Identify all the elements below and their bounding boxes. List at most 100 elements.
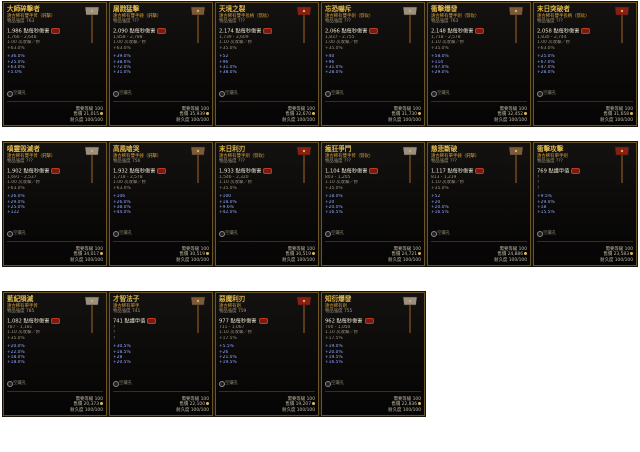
compare-gem-icon [475, 28, 485, 34]
item-stats: 711 - 1,067 1.10 次攻擊／秒 +17.5% +5.5% +26 +21.0… [219, 325, 316, 366]
item-dps: 1,082 點每秒傷害 [7, 318, 61, 325]
price-value: 24,721 [400, 252, 417, 258]
affix-line: +28.0% [325, 70, 343, 76]
durability-label: 耐久度 [494, 257, 508, 263]
item-card[interactable]: 知衍爆發 遠古稀有劍 物品強度 755 962 點每秒傷害 700 - 1,050 1.1… [320, 291, 426, 417]
durability: 耐久度 100/100 [325, 258, 421, 263]
durability: 耐久度 100/100 [113, 258, 209, 263]
compare-gem-icon [475, 168, 485, 174]
affix-line: +19.5% [219, 360, 237, 366]
price-label: 售價 [73, 402, 83, 408]
price-value: 35,939 [188, 112, 205, 118]
gold-coin-icon [100, 252, 103, 256]
item-footer: 需要等級 100 售價 35,939 耐久度 100/100 [113, 107, 209, 123]
dps-value: 1,902 點每秒傷害 [7, 168, 50, 175]
price-value: 22,836 [400, 402, 417, 408]
dps-value: 977 點每秒傷害 [219, 318, 257, 325]
durability-label: 耐久度 [282, 407, 296, 413]
item-card[interactable]: 大師碎擊者 遠古稀有雙手斧（鈍擊） 物品強度 763 1,986 點每秒傷害 1,766… [2, 1, 108, 127]
item-footer: 需要等級 100 售價 34,017 耐久度 100/100 [7, 247, 103, 263]
item-card[interactable]: 嗔靈毀滅者 遠古稀有雙手斧（鈍擊） 物品強度 ??? 1,902 點每秒傷害 1,691… [2, 141, 108, 267]
dps-value: 2,090 點每秒傷害 [113, 28, 156, 35]
item-title: 知衍爆發 [325, 295, 352, 303]
divider [7, 241, 103, 242]
item-stats: 1,858 - 2,788 1.00 次攻擊／秒 +63.0% +39.0% +38.0… [113, 35, 210, 76]
price-value: 24,886 [506, 252, 523, 258]
item-power: 物品強度 756 [113, 159, 141, 164]
item-card[interactable]: 才智法子 遠古稀有單手 物品強度 741 741 點護甲值？？？ +30.5% +18.5… [108, 291, 214, 417]
durability-label: 耐久度 [388, 257, 402, 263]
price-value: 23,583 [612, 252, 629, 258]
durability-value: 100/100 [83, 117, 103, 123]
affix-line: +5.0% [7, 70, 22, 76]
divider [537, 101, 633, 102]
compare-gem-icon [147, 318, 157, 324]
compare-gem-icon [157, 168, 167, 174]
item-title: 才智法子 [113, 295, 140, 303]
item-title: 衝擊爆發 [431, 5, 458, 13]
dps-value: 1,117 點每秒傷害 [431, 168, 474, 175]
item-card[interactable]: 慈悲斷破 遠古稀有單手錘（鈍擊） 物品強度 ??? 1,117 點每秒傷害 813 - … [426, 141, 532, 267]
durability: 耐久度 100/100 [113, 118, 209, 123]
divider [431, 241, 527, 242]
durability-value: 100/100 [189, 117, 209, 123]
gold-coin-icon [206, 112, 209, 116]
item-stats: ？？？ +30.5% +18.5% +28 +20.5% [113, 325, 210, 366]
gold-coin-icon [312, 402, 315, 406]
socket-label: 空鑲孔 [225, 381, 239, 386]
durability-label: 耐久度 [388, 117, 402, 123]
price-value: 31,658 [612, 112, 629, 118]
compare-gem-icon [263, 168, 273, 174]
item-title: 嗔靈毀滅者 [7, 145, 40, 153]
item-card[interactable]: 衝擊攻擊 遠古稀有單手劍 物品強度 ??? 769 點護甲值？？？ +9.5% +29.0… [532, 141, 638, 267]
affix-line: +16.5% [325, 360, 343, 366]
affix-line: +20.5% [113, 360, 131, 366]
item-dps: 2,058 點每秒傷害 [537, 28, 591, 35]
durability-value: 100/100 [83, 407, 103, 413]
durability: 耐久度 100/100 [7, 118, 103, 123]
item-footer: 需要等級 100 售價 31,658 耐久度 100/100 [537, 107, 633, 123]
durability-label: 耐久度 [70, 257, 84, 263]
item-power: 物品強度 ??? [7, 159, 33, 164]
item-footer: 需要等級 100 售價 32,670 耐久度 100/100 [219, 107, 315, 123]
item-title: 惡魔利刃 [219, 295, 246, 303]
divider [219, 391, 315, 392]
socket-label: 空鑲孔 [225, 91, 239, 96]
item-card[interactable]: 末日突破者 遠古稀有雙手長柄（劈砍） 物品強度 ??? 2,058 點每秒傷害 1,83… [532, 1, 638, 127]
price-value: 32,452 [506, 112, 523, 118]
item-title: 慈悲斷破 [431, 145, 458, 153]
durability-value: 100/100 [613, 257, 633, 263]
affix-line: +15.5% [537, 210, 555, 216]
compare-gem-icon [51, 28, 61, 34]
durability: 耐久度 100/100 [219, 118, 315, 123]
durability: 耐久度 100/100 [219, 258, 315, 263]
price-value: 31,730 [400, 112, 417, 118]
item-stats: 1,718 - 2,578 1.00 次攻擊／秒 +63.0% +106 +26.0% +… [113, 175, 210, 216]
affix-line: +42.0% [219, 210, 237, 216]
durability: 耐久度 100/100 [325, 408, 421, 413]
item-card[interactable]: 高風嗆哭 遠古稀有雙手錘（鈍擊） 物品強度 756 1,932 點每秒傷害 1,718 … [108, 141, 214, 267]
affix-line: +16.5% [431, 210, 449, 216]
compare-gem-icon [157, 28, 167, 34]
affix-line: +31.0% [113, 70, 131, 76]
price-label: 售價 [73, 112, 83, 118]
dps-value: 1,933 點每秒傷害 [219, 168, 262, 175]
dps-value: 1,104 點每秒傷害 [325, 168, 368, 175]
price-label: 售價 [603, 112, 613, 118]
item-card[interactable]: 末日利刃 遠古稀有雙手劍（劈砍） 物品強度 ??? 1,933 點每秒傷害 1,546 … [214, 141, 320, 267]
item-card[interactable]: 天境之裂 遠古稀有雙手長柄（劈砍） 物品強度 ??? 2,174 點每秒傷害 1,739… [214, 1, 320, 127]
dps-value: 2,066 點每秒傷害 [325, 28, 368, 35]
item-card[interactable]: 瘋狂爭鬥 遠古稀有雙手斧（劈砍） 物品強度 ??? 1,104 點每秒傷害 803 - … [320, 141, 426, 267]
durability-label: 耐久度 [600, 117, 614, 123]
item-card[interactable]: 屠戮猛擊 遠古稀有雙手錘（鈍擊） 物品強度 ??? 2,090 點每秒傷害 1,858 … [108, 1, 214, 127]
item-card[interactable]: 衝擊爆發 遠古稀有雙手劍（劈砍） 物品強度 763 2,148 點每秒傷害 1,718 … [426, 1, 532, 127]
item-power: 物品強度 ??? [537, 19, 563, 24]
item-card[interactable]: 藍紀隕滅 遠古稀有單手斧 物品強度 785 1,082 點每秒傷害 787 - 1,18… [2, 291, 108, 417]
item-card[interactable]: 忘恐嚇斥 遠古稀有雙手劍（劈砍） 物品強度 ??? 2,066 點每秒傷害 1,837 … [320, 1, 426, 127]
item-title: 藍紀隕滅 [7, 295, 34, 303]
item-stats: 1,739 - 2,609 1.10 次攻擊／秒 +35.0% +52 +96 +31.0… [219, 35, 316, 76]
item-card[interactable]: 惡魔利刃 遠古稀有劍 物品強度 759 977 點每秒傷害 711 - 1,067 1.1… [214, 291, 320, 417]
item-dps: 1,104 點每秒傷害 [325, 168, 379, 175]
gold-coin-icon [630, 112, 633, 116]
price-value: 34,017 [82, 252, 99, 258]
